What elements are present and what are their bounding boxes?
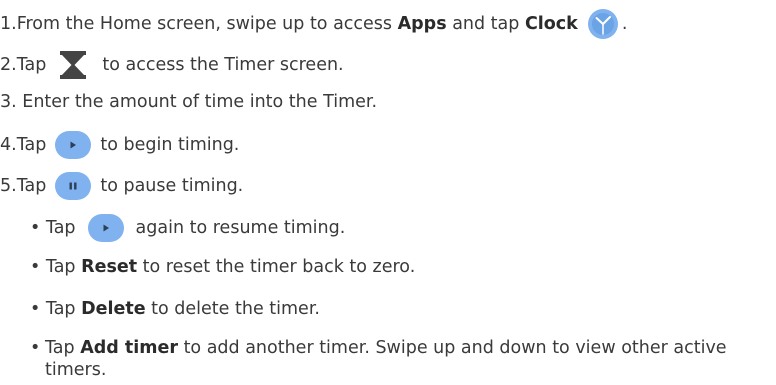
bullet-glyph: • [30,338,41,358]
bullet-item: • Tap Add timer to add another timer. Sw… [30,337,760,381]
step-text: From the Home screen, swipe up to access [16,14,398,34]
bullet-item: • Tap Delete to delete the timer. [30,298,320,320]
step-5: 5. Tap to pause timing. [0,172,243,200]
bullet-item: • Tap Reset to reset the timer back to z… [30,256,415,278]
step-text: Enter the amount of time into the Timer. [22,92,378,112]
play-icon [87,214,124,242]
step-number: 1. [0,14,17,34]
bullet-text: Tap [45,299,82,319]
pause-icon [55,172,92,200]
bullet-text: to delete the timer. [145,299,320,319]
step-number: 5. [0,176,17,196]
step-text: . [621,14,628,34]
instructions-document: 1. From the Home screen, swipe up to acc… [0,0,776,385]
step-2: 2. Tap to access the Timer screen. [0,50,344,80]
bullet-text: again to resume timing. [135,218,346,238]
bullet-glyph: • [30,299,41,319]
step-text: Tap [16,176,47,196]
step-text: Tap [16,55,47,75]
reset-label: Reset [81,257,138,277]
step-number: 4. [0,135,17,155]
bullet-glyph: • [30,257,41,277]
step-4: 4. Tap to begin timing. [0,131,239,159]
play-icon [55,131,92,159]
step-text: to pause timing. [100,176,244,196]
bullet-text: Tap [45,218,76,238]
step-text: to begin timing. [100,135,240,155]
step-3: 3. Enter the amount of time into the Tim… [0,91,377,113]
clock-app-icon [587,8,619,40]
clock-label: Clock [524,14,578,34]
step-text: to access the Timer screen. [102,55,344,75]
bullet-text: Tap [45,338,81,358]
hourglass-icon [56,50,91,80]
delete-label: Delete [81,299,146,319]
step-text: Tap [16,135,47,155]
step-text: and tap [446,14,525,34]
step-1: 1. From the Home screen, swipe up to acc… [0,8,627,40]
bullet-glyph: • [30,218,41,238]
step-number: 3. [0,92,17,112]
add-timer-label: Add timer [80,338,178,358]
apps-label: Apps [397,14,447,34]
step-number: 2. [0,55,17,75]
bullet-text: to reset the timer back to zero. [137,257,416,277]
bullet-item: • Tap again to resume timing. [30,214,345,242]
bullet-text: Tap [45,257,82,277]
